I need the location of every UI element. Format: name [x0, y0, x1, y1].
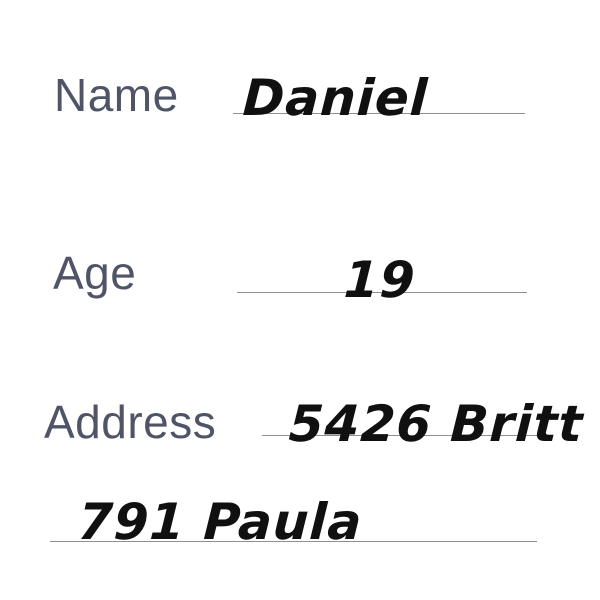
- address-handwritten-line-2: 791 Paula: [76, 493, 364, 551]
- handwritten-form: Name Daniel Age 19 Address 5426 Britt 79…: [0, 0, 600, 600]
- age-label: Age: [53, 247, 137, 299]
- address-handwritten-line-1: 5426 Britt: [287, 395, 585, 453]
- name-handwritten-value: Daniel: [241, 69, 430, 127]
- age-handwritten-value: 19: [342, 251, 418, 309]
- name-label: Name: [54, 69, 179, 121]
- address-label: Address: [44, 396, 217, 448]
